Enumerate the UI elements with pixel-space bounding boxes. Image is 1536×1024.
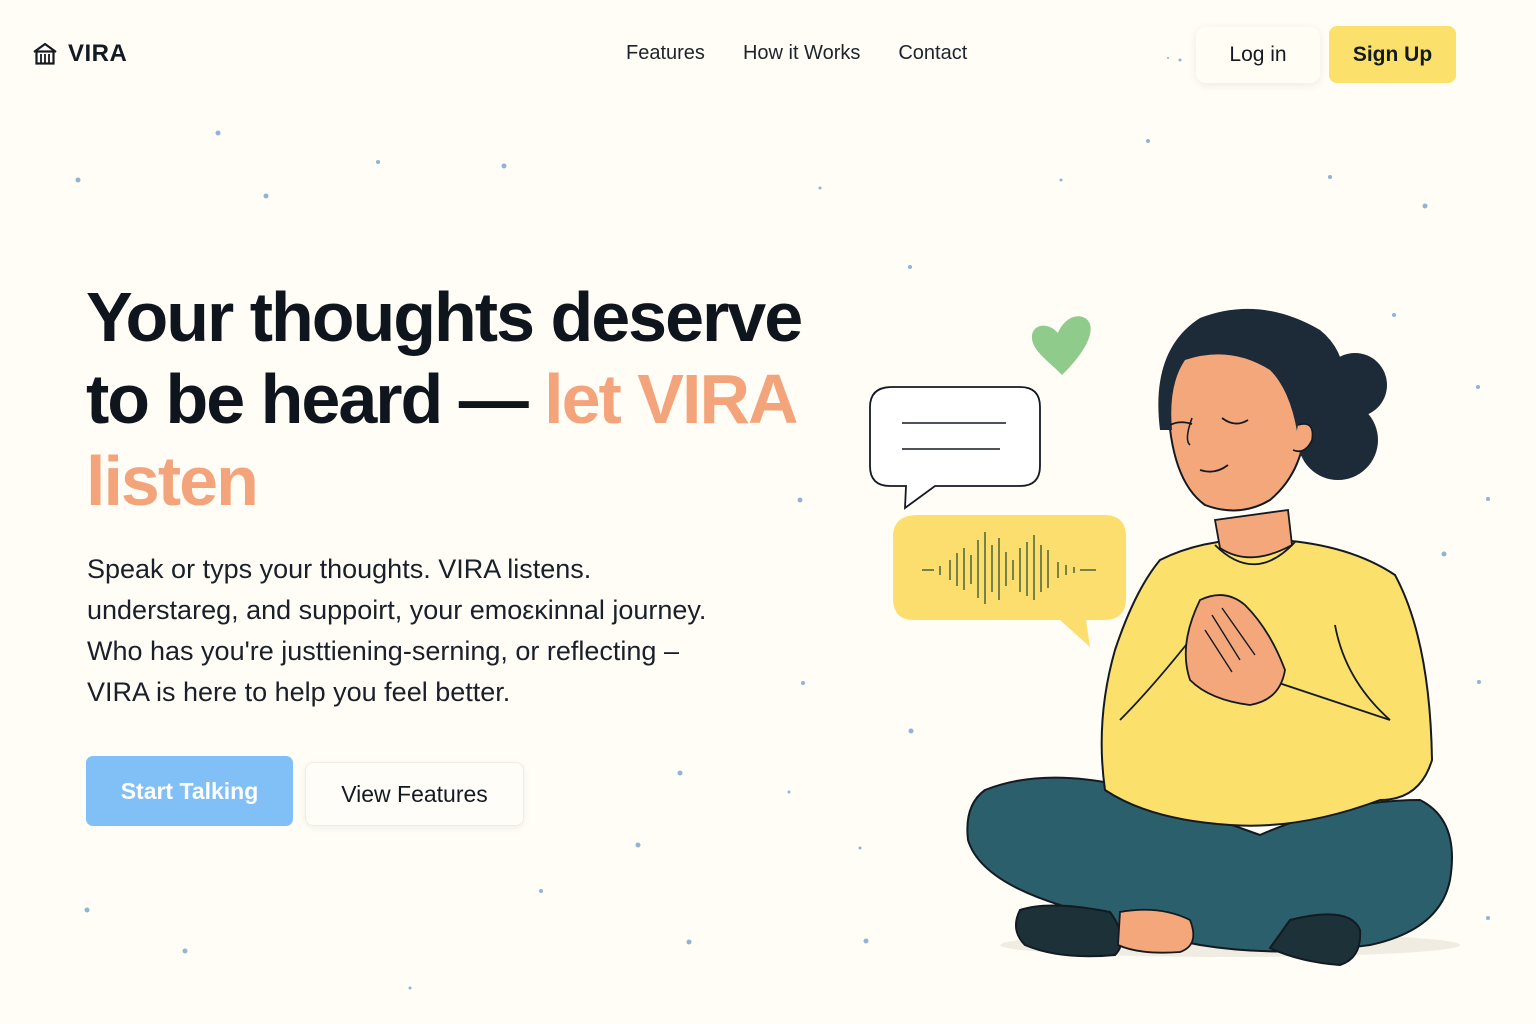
description-line: Speak or typs your thoughts. VIRA listen…	[87, 554, 592, 584]
voice-wave-icon	[893, 515, 1126, 647]
signup-button[interactable]: Sign Up	[1329, 26, 1456, 83]
view-features-button[interactable]: View Features	[305, 762, 524, 826]
main-nav: Features How it Works Contact	[626, 42, 967, 65]
description-line: VIRA is here to help you feel better.	[87, 677, 511, 707]
brand-name: VIRA	[68, 40, 128, 67]
meditating-person-illustration	[869, 308, 1460, 967]
login-button[interactable]: Log in	[1196, 27, 1320, 83]
description-line: understareg, and suppoirt, your emoεκinn…	[87, 595, 707, 625]
chat-bubble-icon	[869, 386, 1041, 510]
person-figure	[966, 308, 1460, 967]
nav-link-features[interactable]: Features	[626, 42, 705, 65]
description-line: Who has you're justtiening-serning, or r…	[87, 636, 679, 666]
heart-icon	[1031, 316, 1091, 375]
nav-link-how-it-works[interactable]: How it Works	[743, 42, 860, 65]
hero-headline: Your thoughts deserve to be heard — let …	[86, 276, 846, 522]
hero-description: Speak or typs your thoughts. VIRA listen…	[87, 549, 807, 713]
brand-logo-link[interactable]: VIRA	[32, 40, 127, 68]
top-navigation-bar: VIRA Features How it Works Contact Log i…	[0, 0, 1536, 110]
start-talking-button[interactable]: Start Talking	[86, 756, 293, 826]
home-icon	[33, 42, 57, 65]
nav-link-contact[interactable]: Contact	[898, 42, 967, 65]
